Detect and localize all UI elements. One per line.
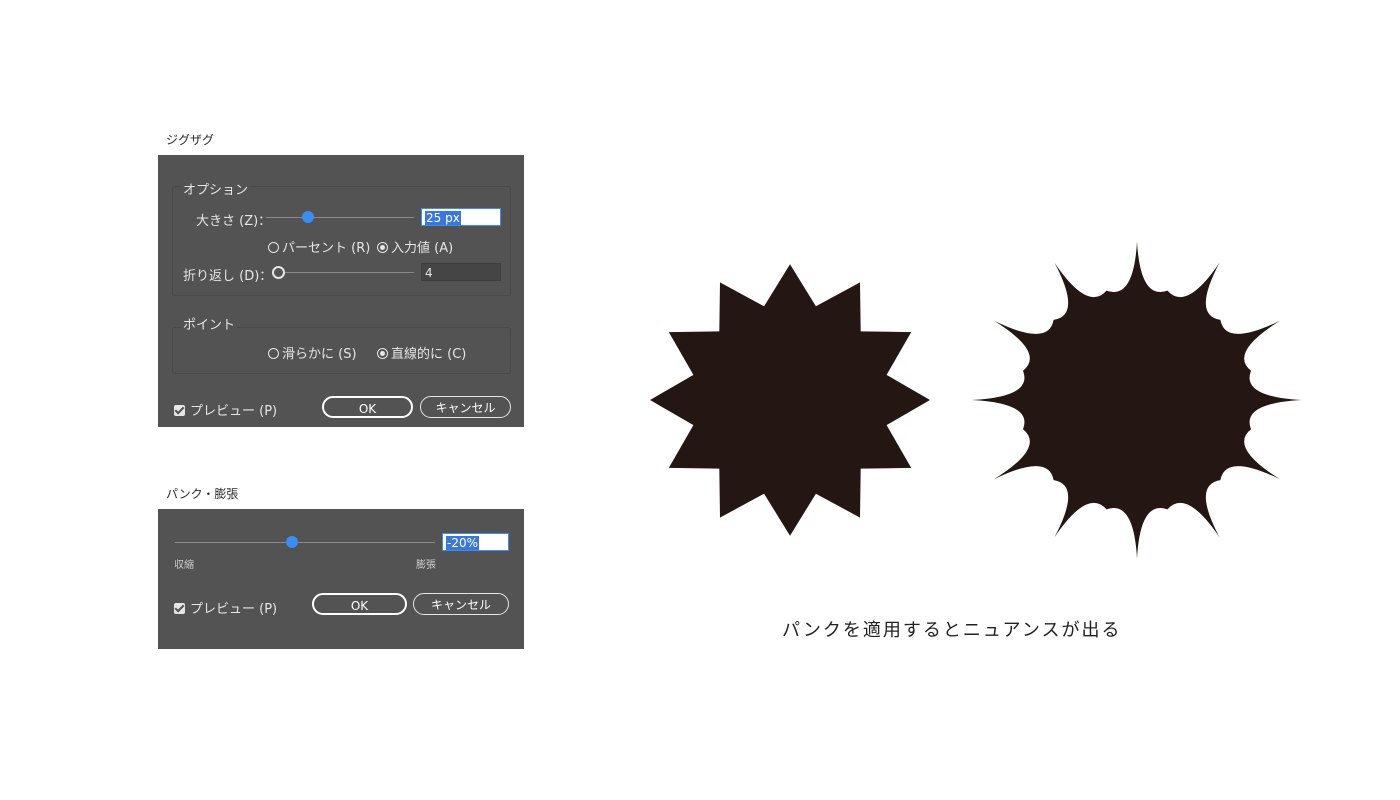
- options-group-label: オプション: [181, 179, 251, 198]
- radio-on-icon: [377, 348, 388, 359]
- preview-label: プレビュー (P): [190, 602, 278, 617]
- zigzag-star-shape: [650, 264, 930, 536]
- percent-radio[interactable]: パーセント (R): [268, 237, 370, 256]
- corner-radio[interactable]: 直線的に (C): [377, 343, 466, 362]
- pucker-dialog-title: パンク・膨張: [166, 487, 239, 501]
- preview-checkbox[interactable]: プレビュー (P): [174, 400, 277, 419]
- corner-radio-label: 直線的に (C): [391, 347, 467, 362]
- pucker-input-value: -20%: [446, 536, 480, 550]
- checkmark-icon: [174, 405, 185, 416]
- points-group-label: ポイント: [181, 314, 238, 333]
- ridges-slider-knob[interactable]: [272, 266, 285, 279]
- preview-checkbox[interactable]: プレビュー (P): [174, 598, 277, 617]
- ridges-label: 折り返し (D)：: [183, 269, 273, 284]
- absolute-radio-label: 入力値 (A): [391, 241, 454, 256]
- pucker-slider-knob[interactable]: [286, 536, 298, 548]
- ridges-input[interactable]: 4: [421, 263, 501, 281]
- cancel-button[interactable]: キャンセル: [413, 593, 509, 615]
- checkmark-icon: [174, 603, 185, 614]
- pucker-star-path: [972, 241, 1302, 559]
- pucker-slider-track[interactable]: [175, 542, 435, 543]
- size-input-value: 25 px: [425, 211, 461, 225]
- size-input[interactable]: 25 px: [421, 208, 501, 226]
- zigzag-dialog: オプション 大きさ (Z)： 25 px パーセント (R) 入力値 (A) 折…: [158, 155, 524, 427]
- ridges-slider-track[interactable]: [272, 272, 414, 273]
- ok-button[interactable]: OK: [312, 593, 407, 615]
- zigzag-star-polygon: [650, 264, 930, 536]
- preview-label: プレビュー (P): [190, 404, 278, 419]
- smooth-radio-label: 滑らかに (S): [282, 347, 357, 362]
- percent-radio-label: パーセント (R): [282, 241, 371, 256]
- pucker-left-label: 収縮: [174, 560, 194, 571]
- bloat-right-label: 膨張: [416, 560, 436, 571]
- ok-button[interactable]: OK: [322, 396, 413, 418]
- radio-off-icon: [268, 242, 279, 253]
- canvas: ジグザグ オプション 大きさ (Z)： 25 px パーセント (R) 入力値 …: [0, 0, 1400, 800]
- zigzag-dialog-title: ジグザグ: [166, 133, 215, 147]
- size-slider-knob[interactable]: [302, 211, 314, 223]
- pucker-star-shape: [972, 241, 1302, 559]
- pucker-input[interactable]: -20%: [442, 533, 509, 551]
- size-label: 大きさ (Z)：: [196, 214, 272, 229]
- size-slider-track[interactable]: [266, 217, 414, 218]
- smooth-radio[interactable]: 滑らかに (S): [268, 343, 357, 362]
- caption: パンクを適用するとニュアンスが出る: [782, 620, 1122, 641]
- radio-off-icon: [268, 348, 279, 359]
- radio-on-icon: [377, 242, 388, 253]
- cancel-button[interactable]: キャンセル: [420, 396, 511, 418]
- pucker-dialog: -20% 収縮 膨張 プレビュー (P) OK キャンセル: [158, 509, 524, 649]
- absolute-radio[interactable]: 入力値 (A): [377, 237, 453, 256]
